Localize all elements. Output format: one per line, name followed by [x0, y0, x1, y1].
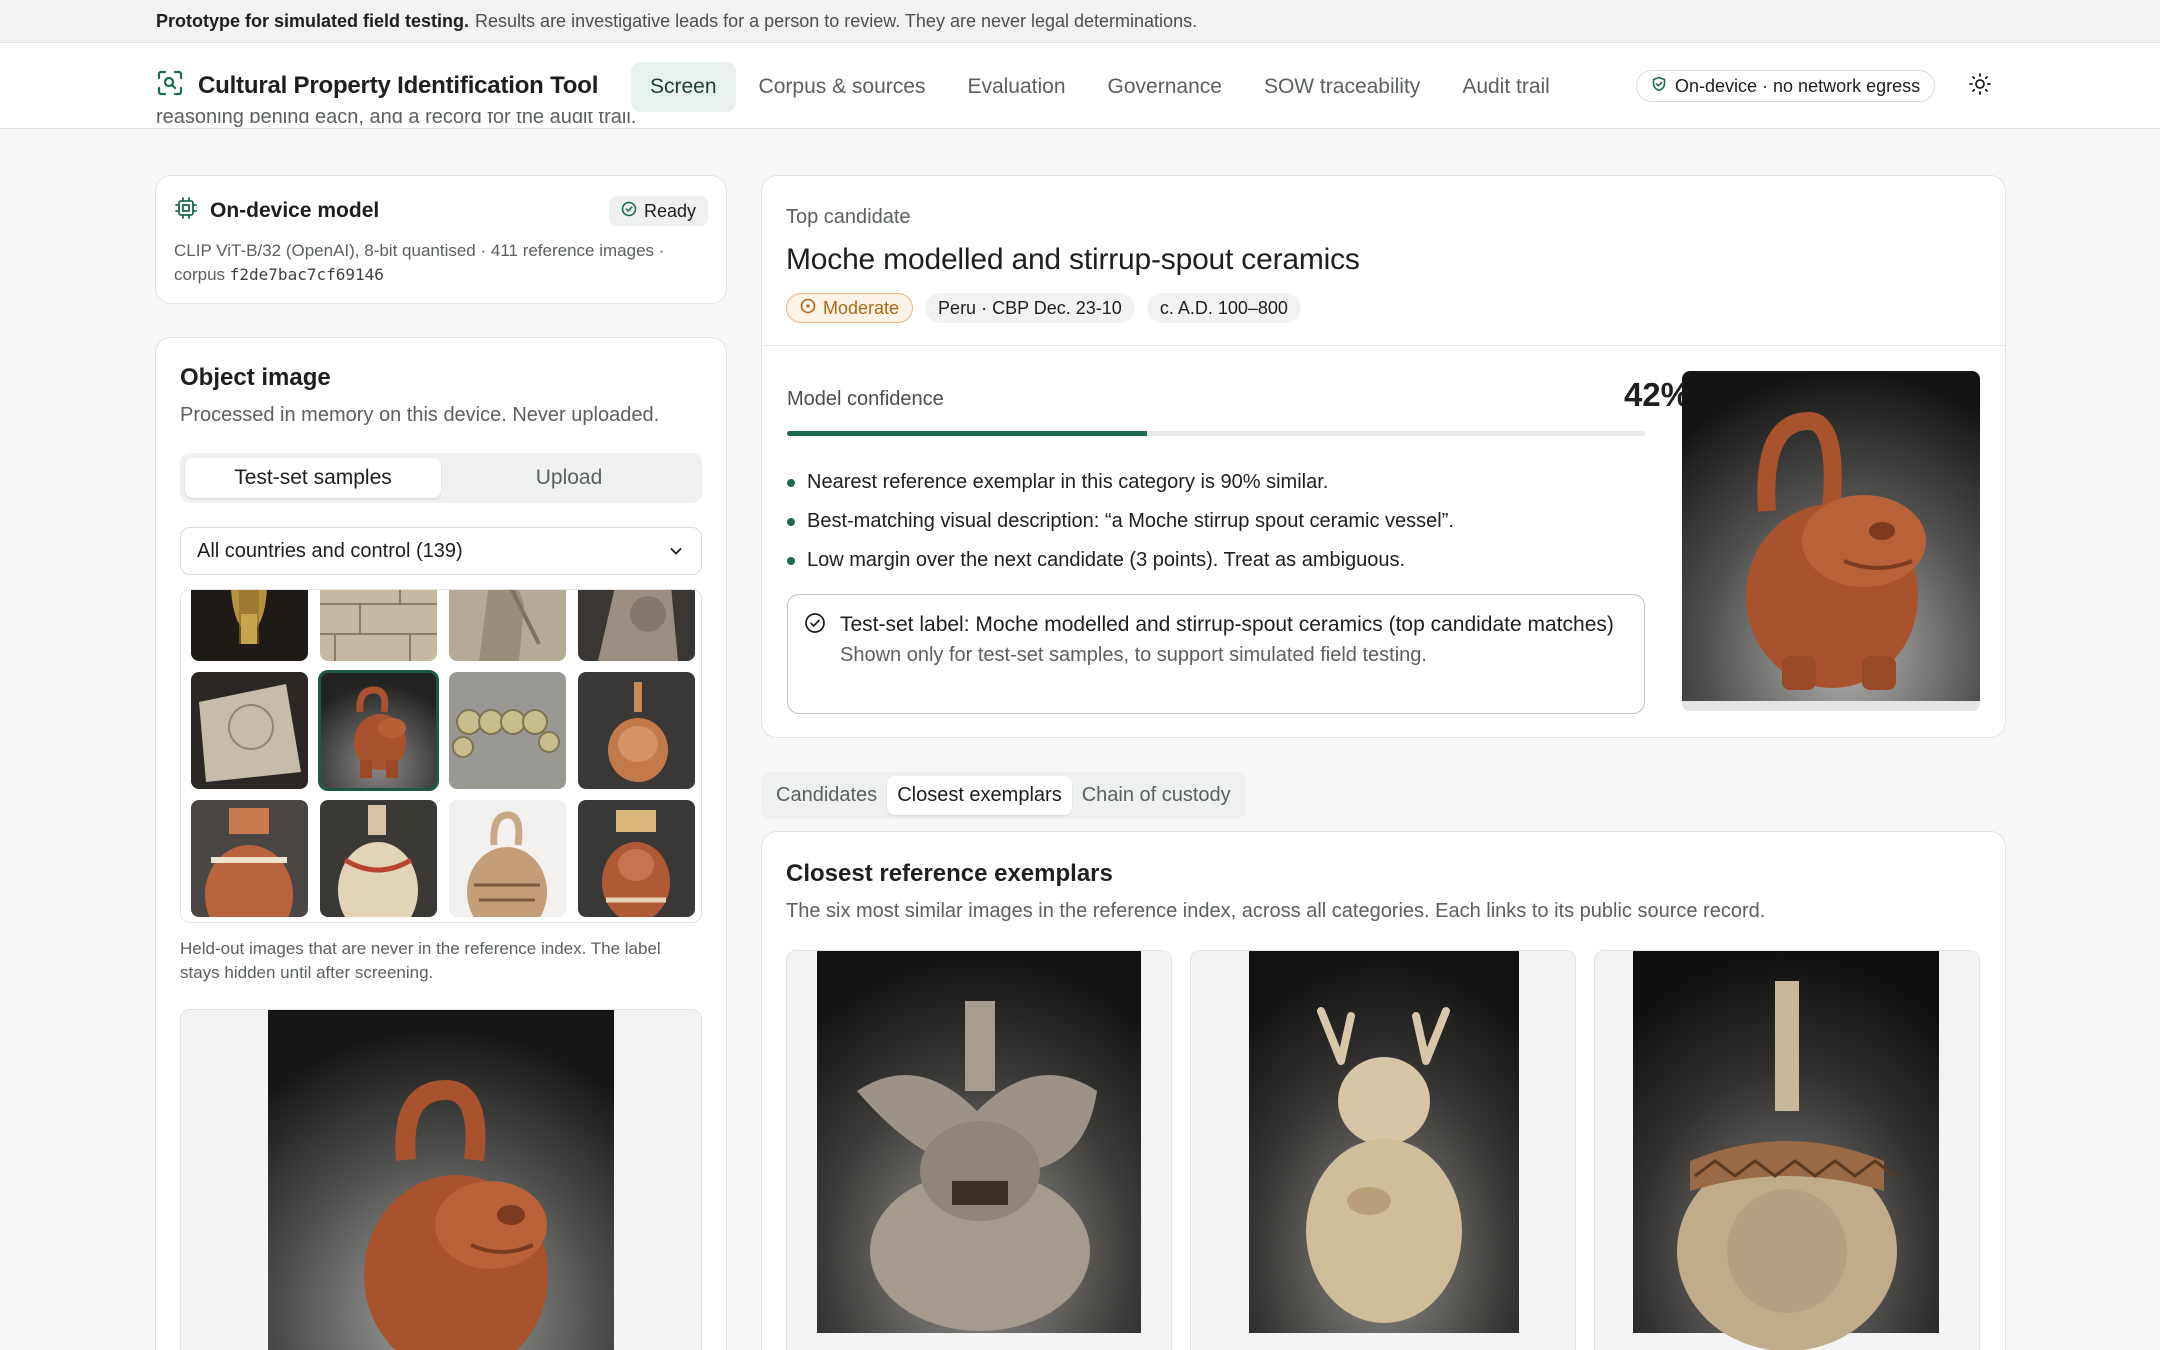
theme-toggle-button[interactable]: [1965, 71, 1995, 101]
subtab-closest-exemplars[interactable]: Closest exemplars: [887, 776, 1072, 815]
confidence-level-badge: Moderate: [786, 293, 914, 323]
result-subtabs: Candidates Closest exemplars Chain of cu…: [761, 772, 1246, 819]
tab-governance[interactable]: Governance: [1089, 62, 1241, 112]
model-status-text: Ready: [643, 200, 696, 221]
model-desc-text: CLIP ViT-B/32 (OpenAI), 8-bit quantised …: [174, 241, 665, 260]
confidence-label: Model confidence: [787, 388, 944, 410]
prototype-banner: Prototype for simulated field testing. R…: [0, 0, 2160, 43]
corpus-hash: f2de7bac7cf69146: [229, 265, 384, 284]
scan-search-icon: [156, 69, 184, 102]
sample-thumbnail[interactable]: [320, 590, 437, 661]
reasoning-text: Best-matching visual description: “a Moc…: [807, 510, 1454, 532]
date-range-badge: c. A.D. 100–800: [1146, 293, 1301, 323]
exemplar-card[interactable]: [786, 950, 1172, 1350]
confidence-bar-fill: [787, 431, 1148, 436]
upload-tab[interactable]: Upload: [441, 458, 697, 498]
subtab-candidates[interactable]: Candidates: [766, 776, 887, 815]
tab-corpus-sources[interactable]: Corpus & sources: [740, 62, 945, 112]
object-preview-image: [180, 1009, 702, 1350]
reasoning-text: Low margin over the next candidate (3 po…: [807, 549, 1406, 571]
sample-grid[interactable]: [180, 589, 702, 923]
top-candidate-eyebrow: Top candidate: [786, 206, 911, 228]
sun-icon: [1968, 72, 1992, 101]
sample-thumbnail[interactable]: [320, 800, 437, 917]
egress-text: On-device · no network egress: [1675, 75, 1921, 96]
tab-audit-trail[interactable]: Audit trail: [1443, 62, 1569, 112]
tab-evaluation[interactable]: Evaluation: [948, 62, 1084, 112]
reasoning-item: Nearest reference exemplar in this categ…: [787, 463, 1667, 502]
exemplar-card[interactable]: [1594, 950, 1980, 1350]
sample-thumbnail-selected[interactable]: [318, 670, 439, 791]
alert-circle-icon: [800, 298, 816, 319]
sample-thumbnail[interactable]: [449, 800, 566, 917]
confidence-level-text: Moderate: [823, 297, 900, 318]
main-tabs: Screen Corpus & sources Evaluation Gover…: [631, 62, 1573, 112]
grid-note: Held-out images that are never in the re…: [180, 939, 661, 982]
egress-badge: On-device · no network egress: [1636, 70, 1936, 102]
cpu-chip-icon: [174, 196, 198, 225]
object-subtitle: Processed in memory on this device. Neve…: [180, 404, 660, 426]
shield-check-icon: [1651, 76, 1667, 97]
test-set-label-box: Test-set label: Moche modelled and stirr…: [787, 594, 1645, 714]
sample-thumbnail[interactable]: [449, 590, 566, 661]
exemplar-card[interactable]: [1190, 950, 1576, 1350]
exemplars-subtitle: The six most similar images in the refer…: [786, 900, 1766, 922]
test-set-samples-tab[interactable]: Test-set samples: [185, 458, 441, 498]
country-filter-select[interactable]: All countries and control (139): [180, 527, 702, 575]
model-card: On-device model Ready CLIP ViT-B/32 (Ope…: [155, 175, 727, 304]
banner-strong: Prototype for simulated field testing.: [156, 10, 470, 31]
exemplars-title: Closest reference exemplars: [786, 860, 1113, 887]
sample-thumbnail[interactable]: [578, 590, 695, 661]
country-filter-value: All countries and control (139): [197, 539, 463, 562]
top-candidate-title: Moche modelled and stirrup-spout ceramic…: [786, 243, 1360, 276]
sample-thumbnail[interactable]: [578, 672, 695, 789]
model-status-badge: Ready: [608, 196, 708, 226]
corpus-label: corpus: [174, 265, 226, 284]
model-title: On-device model: [210, 198, 380, 222]
jurisdiction-badge: Peru · CBP Dec. 23-10: [925, 293, 1135, 323]
chevron-down-icon: [667, 542, 685, 566]
confidence-value: 42%: [1623, 376, 1690, 413]
reasoning-item: Best-matching visual description: “a Moc…: [787, 502, 1667, 541]
brand[interactable]: Cultural Property Identification Tool: [156, 69, 598, 102]
sample-thumbnail[interactable]: [578, 800, 695, 917]
sample-thumbnail[interactable]: [191, 672, 308, 789]
tab-sow-traceability[interactable]: SOW traceability: [1245, 62, 1439, 112]
object-image-card: Object image Processed in memory on this…: [155, 337, 727, 1350]
banner-text: Results are investigative leads for a pe…: [475, 10, 1198, 31]
source-segmented-control: Test-set samples Upload: [180, 453, 702, 503]
check-circle-icon: [804, 612, 826, 639]
tab-screen[interactable]: Screen: [631, 62, 736, 112]
reasoning-text: Nearest reference exemplar in this categ…: [807, 471, 1329, 493]
app-title: Cultural Property Identification Tool: [198, 71, 599, 99]
sample-thumbnail[interactable]: [191, 590, 308, 661]
check-circle-icon: [621, 201, 637, 222]
sample-thumbnail[interactable]: [449, 672, 566, 789]
test-set-label-note: Shown only for test-set samples, to supp…: [840, 644, 1427, 666]
top-candidate-image: [1682, 371, 1980, 711]
top-candidate-card: Top candidate Moche modelled and stirrup…: [761, 175, 2006, 738]
sample-thumbnail[interactable]: [191, 800, 308, 917]
intro-text: reasoning behind each, and a record for …: [156, 112, 637, 128]
model-description: CLIP ViT-B/32 (OpenAI), 8-bit quantised …: [174, 239, 708, 287]
test-set-label-text: Test-set label: Moche modelled and stirr…: [840, 613, 1614, 636]
confidence-bar: [787, 431, 1645, 436]
subtab-chain-of-custody[interactable]: Chain of custody: [1072, 776, 1241, 815]
reasoning-item: Low margin over the next candidate (3 po…: [787, 541, 1667, 580]
reasoning-list: Nearest reference exemplar in this categ…: [787, 463, 1667, 580]
object-title: Object image: [180, 364, 331, 391]
closest-exemplars-card: Closest reference exemplars The six most…: [761, 831, 2006, 1350]
